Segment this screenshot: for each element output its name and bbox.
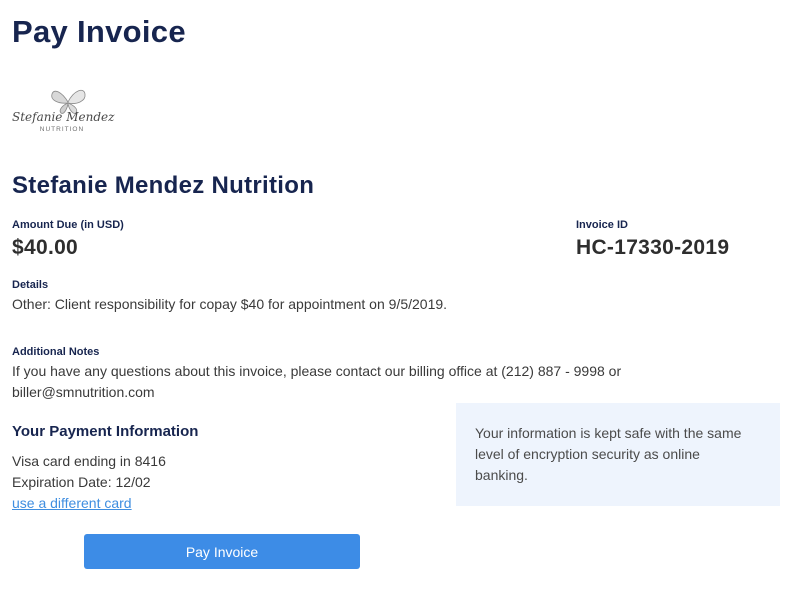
notes-line-2: biller@smnutrition.com [12, 384, 155, 400]
payment-info-heading: Your Payment Information [12, 423, 199, 440]
logo-subtitle-text: NUTRITION [39, 126, 85, 133]
card-ending-text: Visa card ending in 8416 [12, 453, 166, 469]
use-different-card-link[interactable]: use a different card [12, 495, 132, 511]
additional-notes-label: Additional Notes [12, 346, 100, 358]
invoice-id-label: Invoice ID [576, 219, 628, 231]
pay-invoice-button[interactable]: Pay Invoice [84, 534, 360, 569]
security-message: Your information is kept safe with the s… [475, 425, 742, 483]
security-info-box: Your information is kept safe with the s… [456, 403, 780, 506]
business-logo: Stefanie Mendez NUTRITION [12, 86, 115, 142]
details-text: Other: Client responsibility for copay $… [12, 296, 448, 312]
details-label: Details [12, 279, 49, 291]
amount-due-label: Amount Due (in USD) [12, 219, 124, 231]
business-name: Stefanie Mendez Nutrition [12, 172, 315, 199]
expiration-date-text: Expiration Date: 12/02 [12, 474, 151, 490]
invoice-id-value: HC-17330-2019 [576, 236, 730, 259]
notes-line-1: If you have any questions about this inv… [12, 363, 622, 379]
page-title: Pay Invoice [12, 14, 186, 49]
payment-card-details: Visa card ending in 8416 Expiration Date… [12, 451, 166, 514]
logo-script-text: Stefanie Mendez [12, 110, 115, 124]
amount-due-value: $40.00 [12, 236, 79, 259]
additional-notes-text: If you have any questions about this inv… [12, 361, 792, 403]
